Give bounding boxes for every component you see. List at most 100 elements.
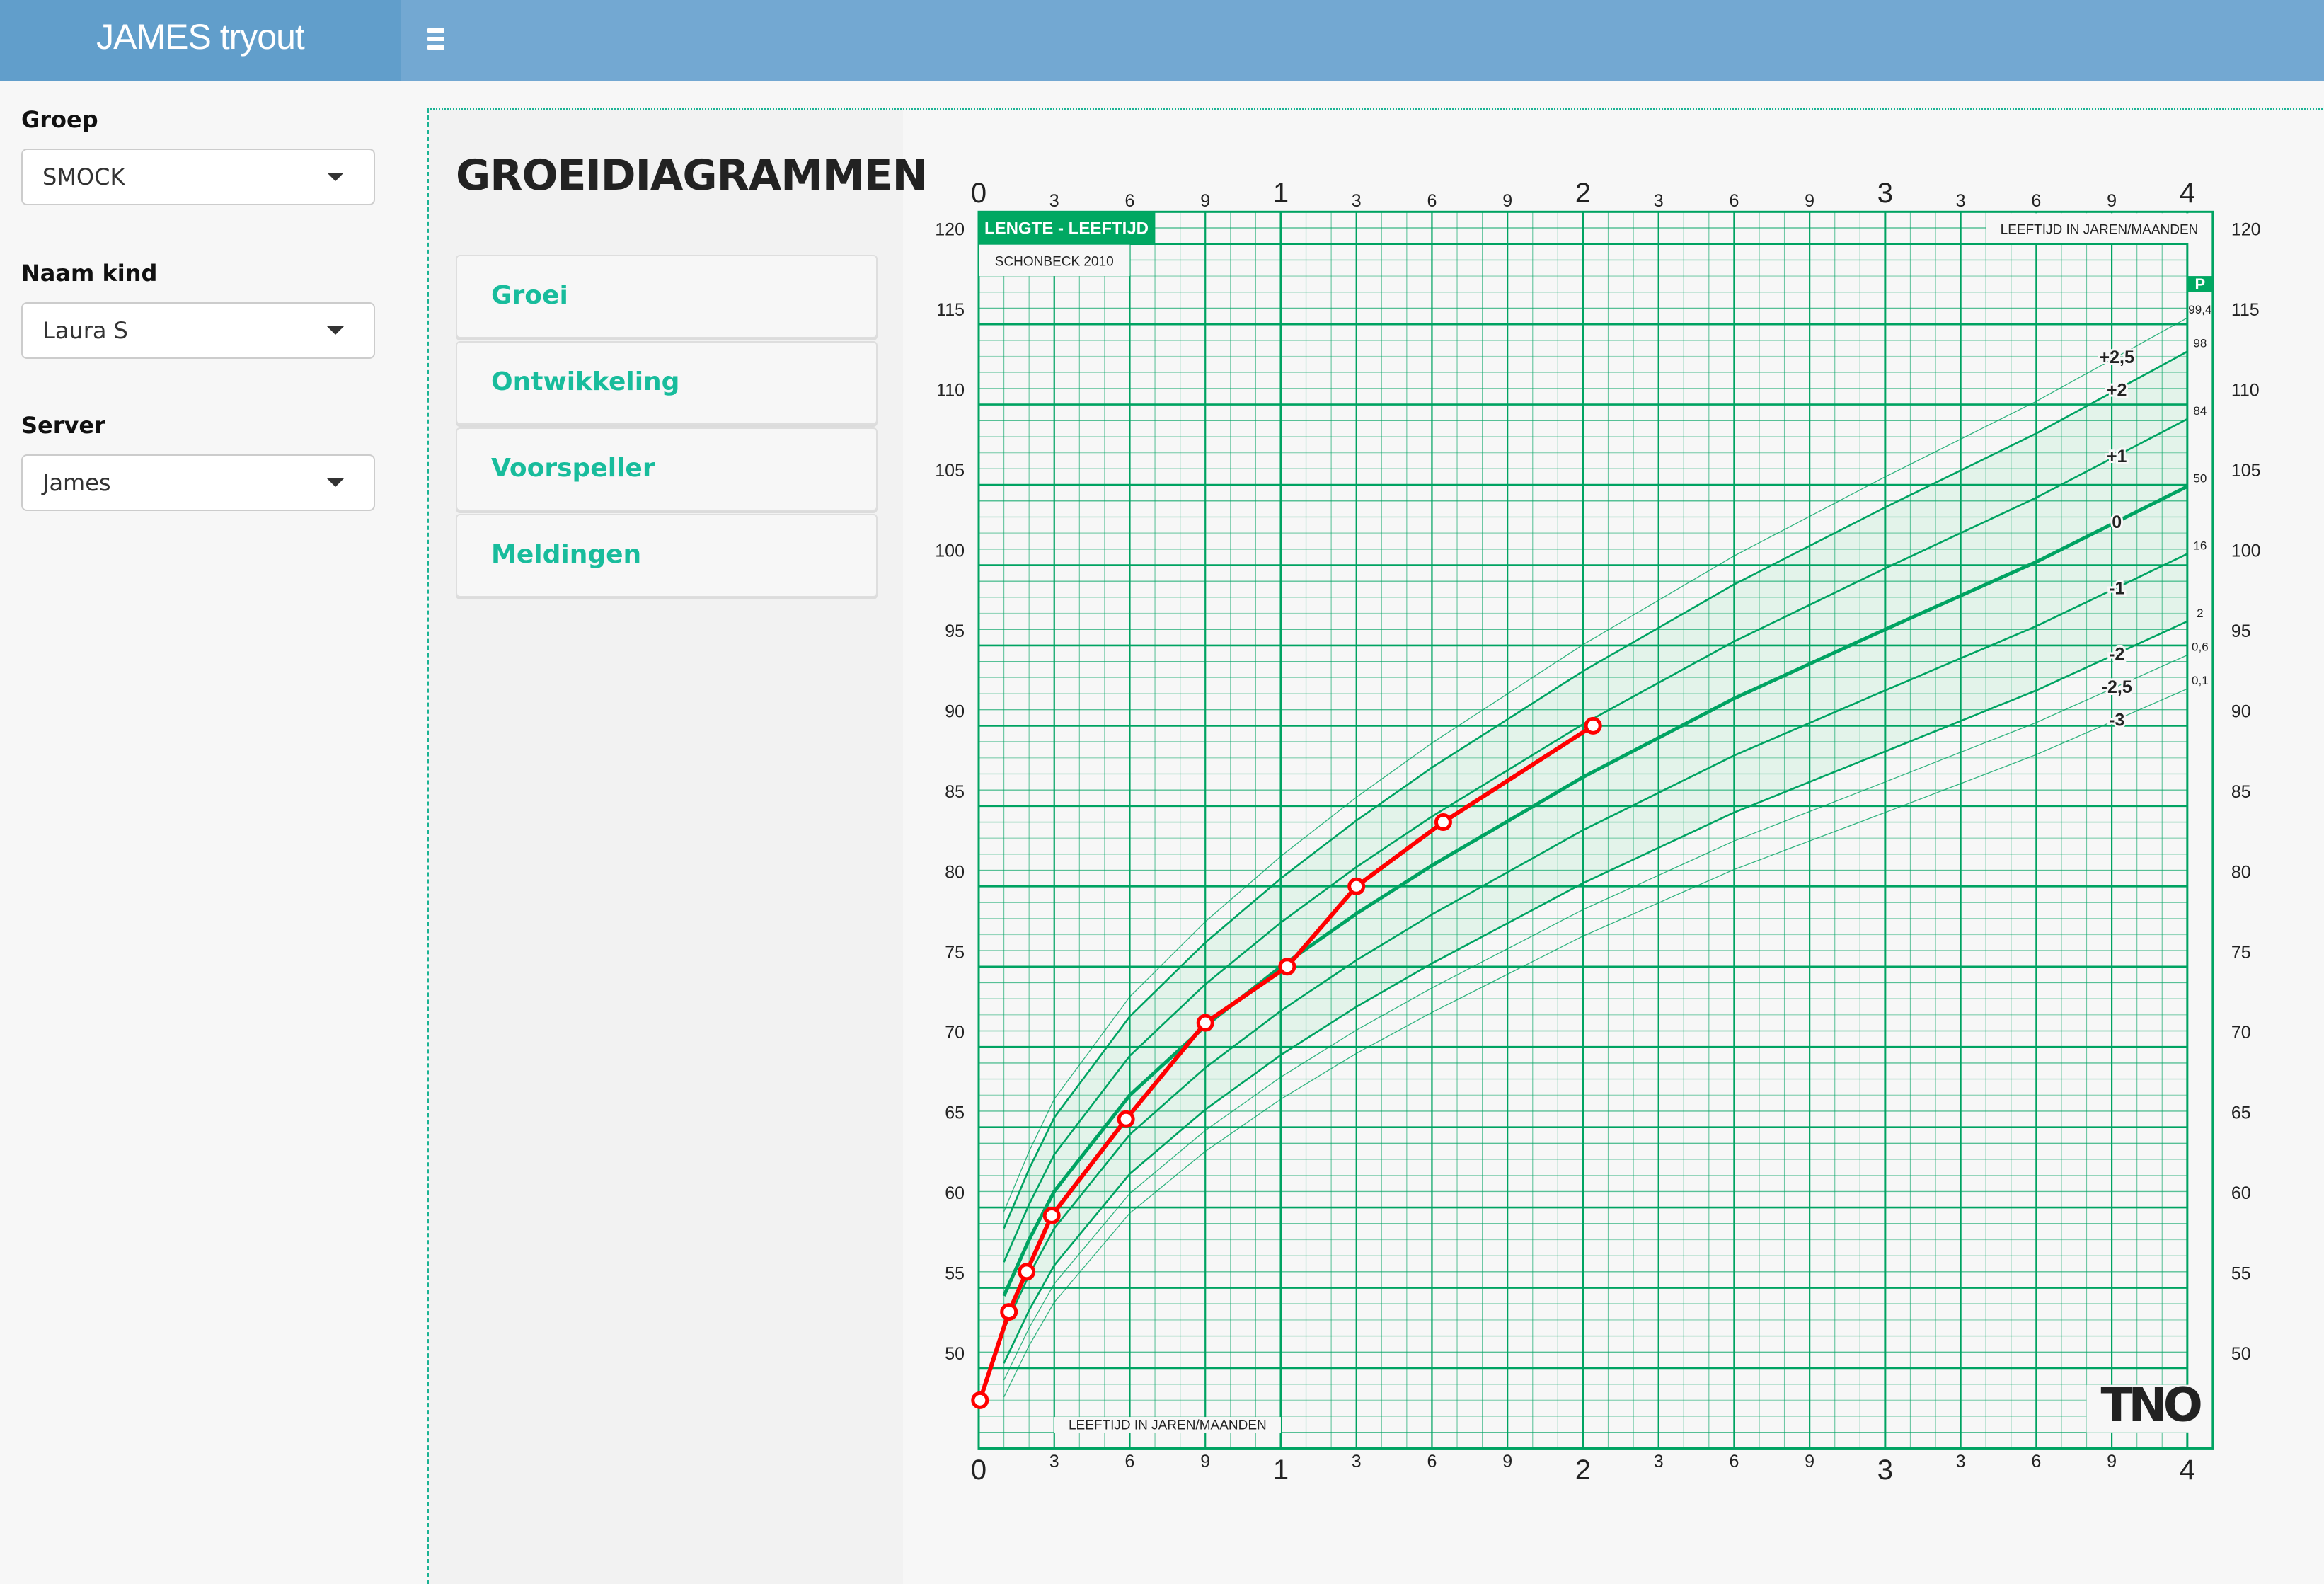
tno-logo: TNO: [2100, 1377, 2200, 1432]
x-tick-label-top: 0: [971, 178, 986, 209]
x-tick-label-top: 6: [1125, 191, 1135, 211]
x-tick-label-bottom: 3: [1049, 1452, 1059, 1471]
y-tick-label-left: 115: [936, 300, 965, 320]
x-tick-label-top: 6: [1427, 191, 1437, 211]
y-tick-label-left: 105: [935, 461, 965, 481]
child-measurement-point[interactable]: [1347, 877, 1366, 895]
x-tick-label-bottom: 9: [1200, 1452, 1210, 1471]
sd-label: -2: [2109, 644, 2124, 664]
x-tick-label-bottom: 3: [1956, 1452, 1966, 1471]
child-measurement-point[interactable]: [971, 1391, 989, 1409]
y-tick-label-right: 70: [2231, 1023, 2251, 1043]
x-tick-label-bottom: 9: [1502, 1452, 1512, 1471]
x-tick-label-bottom: 6: [2031, 1452, 2041, 1471]
child-measurement-point[interactable]: [1584, 716, 1602, 735]
child-measurement-point[interactable]: [1278, 958, 1296, 976]
y-tick-label-right: 65: [2231, 1103, 2251, 1123]
percentile-label: 98: [2193, 337, 2207, 350]
x-tick-label-top: 3: [1956, 191, 1966, 211]
sd-shaded-band: [1003, 351, 2187, 1364]
x-tick-label-bottom: 9: [1805, 1452, 1814, 1471]
x-tick-label-top: 6: [1729, 191, 1739, 211]
y-tick-label-right: 115: [2231, 300, 2260, 320]
y-tick-label-left: 80: [945, 862, 965, 882]
x-tick-label-top: 2: [1575, 178, 1591, 209]
y-tick-label-left: 75: [945, 943, 965, 963]
y-tick-label-right: 100: [2231, 541, 2261, 561]
sd-label: -3: [2109, 711, 2124, 730]
child-measurement-point[interactable]: [1196, 1014, 1214, 1032]
x-tick-label-top: 9: [1805, 191, 1814, 211]
sd-label: -2,5: [2102, 677, 2132, 697]
sd-label: +1: [2107, 447, 2127, 466]
x-tick-label-bottom: 1: [1273, 1454, 1289, 1486]
percentile-label: 16: [2193, 539, 2207, 553]
y-tick-label-left: 50: [945, 1344, 965, 1364]
sd-label: -1: [2109, 578, 2124, 598]
percentile-label: 0,1: [2192, 674, 2209, 687]
y-tick-label-right: 120: [2231, 220, 2261, 240]
sd-band-layer: [1003, 351, 2187, 1364]
x-tick-label-bottom: 4: [2180, 1454, 2195, 1486]
x-tick-label-top: 3: [1654, 191, 1664, 211]
growth-chart-container: +2,5 99,4 +2 98 +1 84 0 50 -1 16 -2 2 -2,5 0,6 -3 0,1 L…: [0, 0, 2324, 1583]
y-tick-label-left: 65: [945, 1103, 965, 1123]
x-tick-label-top: 9: [1200, 191, 1210, 211]
y-tick-label-left: 55: [945, 1264, 965, 1284]
x-tick-label-top: 4: [2180, 178, 2195, 209]
y-tick-label-right: 50: [2231, 1344, 2251, 1364]
x-tick-label-top: 3: [1352, 191, 1362, 211]
y-tick-label-right: 95: [2231, 621, 2251, 641]
x-tick-label-top: 3: [1049, 191, 1059, 211]
y-tick-label-left: 90: [945, 701, 965, 721]
x-tick-label-bottom: 3: [1654, 1452, 1664, 1471]
x-tick-label-bottom: 6: [1729, 1452, 1739, 1471]
x-tick-label-bottom: 3: [1877, 1454, 1893, 1486]
x-tick-label-top: 9: [2107, 191, 2117, 211]
percentile-label: 99,4: [2188, 303, 2211, 316]
x-tick-label-bottom: 0: [971, 1454, 986, 1486]
percentile-label: 2: [2197, 607, 2203, 620]
child-measurement-point[interactable]: [1117, 1110, 1135, 1128]
child-measurement-point[interactable]: [1000, 1303, 1018, 1321]
child-measurement-point[interactable]: [1018, 1263, 1036, 1281]
y-tick-label-right: 75: [2231, 943, 2251, 963]
x-tick-label-bottom: 6: [1125, 1452, 1135, 1471]
y-tick-label-right: 60: [2231, 1183, 2251, 1203]
x-tick-label-top: 9: [1502, 191, 1512, 211]
child-measurement-point[interactable]: [1434, 813, 1452, 832]
y-tick-label-right: 80: [2231, 862, 2251, 882]
y-tick-label-right: 110: [2231, 381, 2260, 401]
y-tick-label-left: 85: [945, 782, 965, 802]
chart-subtitle: SCHONBECK 2010: [995, 254, 1114, 269]
percentile-label: 84: [2193, 404, 2207, 418]
y-tick-label-right: 85: [2231, 782, 2251, 802]
percentile-label: 0,6: [2192, 641, 2209, 654]
x-tick-label-top: 3: [1877, 178, 1893, 209]
x-tick-label-bottom: 3: [1352, 1452, 1362, 1471]
x-tick-label-top: 6: [2031, 191, 2041, 211]
chart-title: LENGTE - LEEFTIJD: [984, 219, 1149, 238]
top-axis-label: LEEFTIJD IN JAREN/MAANDEN: [2001, 222, 2199, 237]
x-tick-label-bottom: 2: [1575, 1454, 1591, 1486]
x-tick-label-bottom: 6: [1427, 1452, 1437, 1471]
y-tick-label-left: 110: [936, 381, 965, 401]
percentile-label: 50: [2193, 471, 2207, 485]
x-tick-label-top: 1: [1273, 178, 1289, 209]
y-tick-label-left: 70: [945, 1023, 965, 1043]
growth-chart[interactable]: +2,599,4+298+184050-116-22-2,50,6-30,1 L…: [0, 0, 2324, 1583]
x-tick-label-bottom: 9: [2107, 1452, 2117, 1471]
y-tick-label-left: 120: [935, 220, 965, 240]
y-tick-label-right: 55: [2231, 1264, 2251, 1284]
y-tick-label-right: 90: [2231, 701, 2251, 721]
sd-label: +2: [2107, 381, 2127, 401]
child-measurement-point[interactable]: [1042, 1206, 1061, 1224]
sd-label: +2,5: [2100, 348, 2134, 367]
y-tick-label-left: 95: [945, 621, 965, 641]
sd-label: 0: [2112, 512, 2122, 532]
percentile-header: P: [2194, 275, 2205, 293]
y-tick-label-left: 100: [935, 541, 965, 561]
bottom-axis-label: LEEFTIJD IN JAREN/MAANDEN: [1069, 1418, 1267, 1433]
y-tick-label-left: 60: [945, 1183, 965, 1203]
y-tick-label-right: 105: [2231, 461, 2261, 481]
